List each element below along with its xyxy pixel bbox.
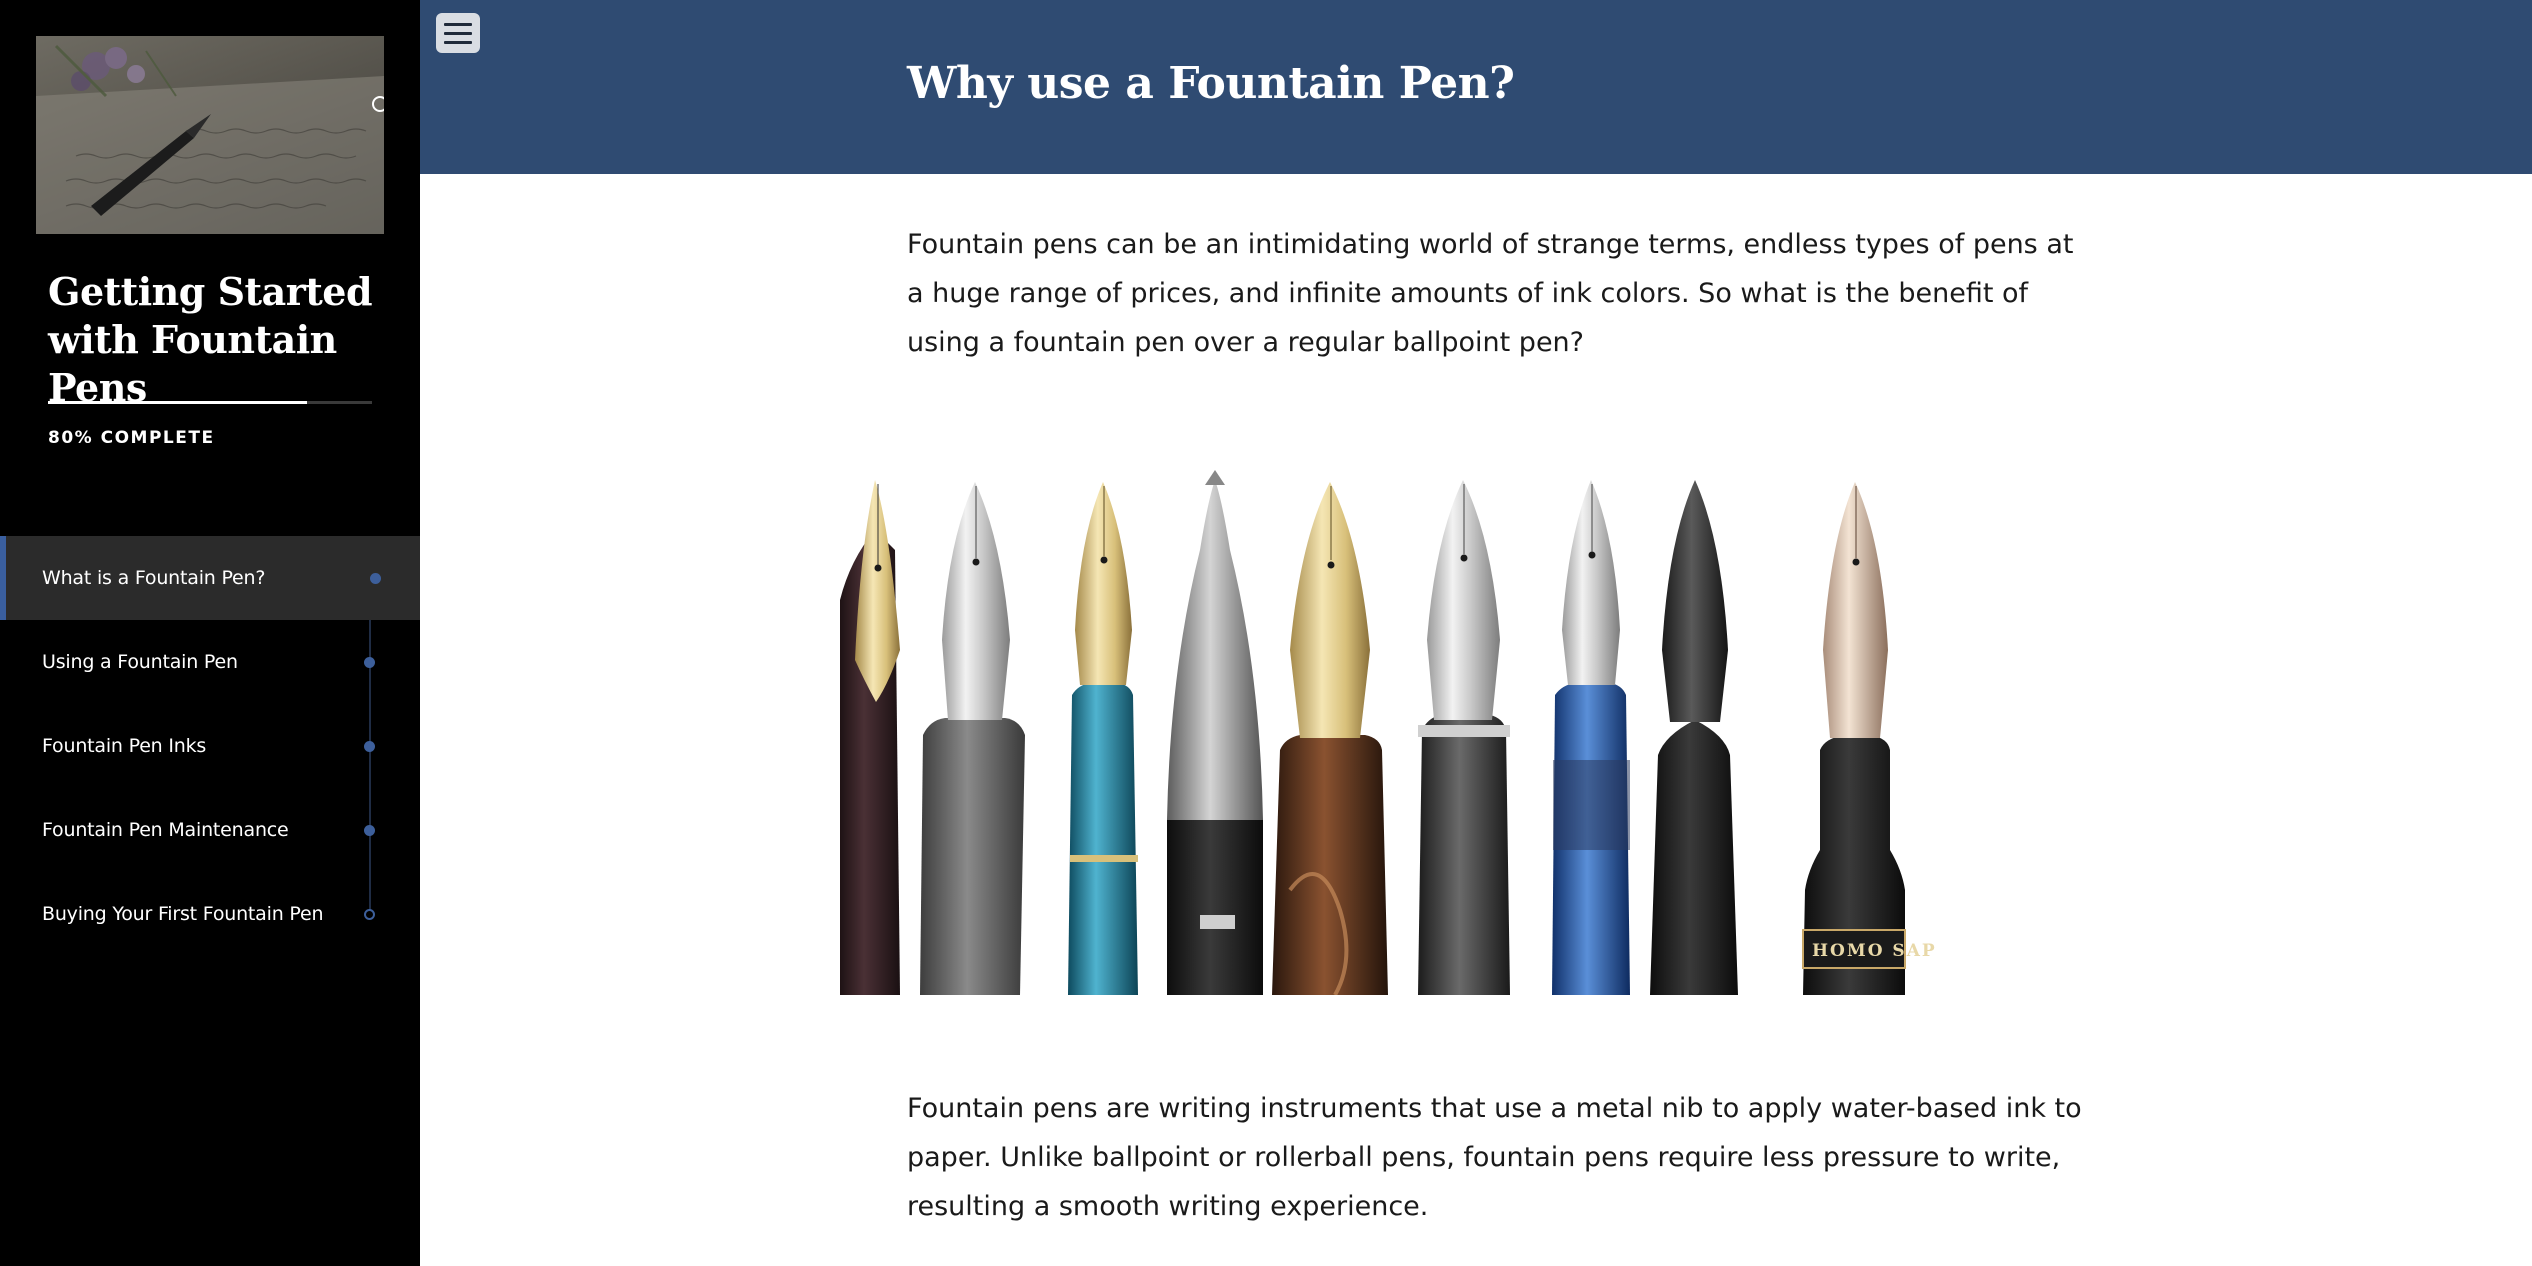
menu-toggle-button[interactable] [436,13,480,53]
lesson-status-dot [364,741,375,752]
lesson-status-dot [364,825,375,836]
course-progress-bar [48,401,372,404]
lesson-item-fountain-pen-maintenance[interactable]: Fountain Pen Maintenance [0,788,420,872]
pen-nib-3 [1068,482,1138,995]
course-title: Getting Started with Fountain Pens [48,269,373,410]
search-button[interactable] [370,94,384,124]
course-sidebar: Getting Started with Fountain Pens 80% C… [0,0,420,1266]
hamburger-menu-icon [444,40,472,44]
pen-nib-5 [1272,482,1388,996]
lesson-status-dot [370,573,381,584]
lesson-paragraph: Fountain pens can be an intimidating wor… [907,229,2074,358]
lesson-list: What is a Fountain Pen? Using a Fountain… [0,536,420,956]
lesson-item-what-is-a-fountain-pen[interactable]: What is a Fountain Pen? [0,536,420,620]
lesson-item-using-a-fountain-pen[interactable]: Using a Fountain Pen [0,620,420,704]
lesson-item-buying-your-first-fountain-pen[interactable]: Buying Your First Fountain Pen [0,872,420,956]
lesson-label: What is a Fountain Pen? [42,567,266,589]
lesson-label: Fountain Pen Maintenance [42,819,289,841]
course-progress-fill [48,401,308,404]
fountain-pen-nibs-image: HOMO SAP [820,470,2140,996]
lesson-title: Why use a Fountain Pen? [907,58,1515,109]
search-icon [372,96,384,112]
pen-nib-8 [1650,480,1738,995]
pen-nib-1 [840,480,900,995]
hamburger-menu-icon [444,22,472,26]
lesson-item-fountain-pen-inks[interactable]: Fountain Pen Inks [0,704,420,788]
pen-nib-7 [1552,480,1630,995]
hamburger-menu-icon [444,31,472,35]
lesson-label: Buying Your First Fountain Pen [42,903,324,925]
lesson-paragraph: Fountain pens are writing instruments th… [907,1093,2082,1222]
lesson-content: Why use a Fountain Pen? Fountain pens ca… [420,0,2532,1266]
lesson-label: Fountain Pen Inks [42,735,207,757]
pen-band-text: HOMO SAP [1812,941,1937,961]
pen-nib-9: HOMO SAP [1802,482,1937,995]
lesson-status-dot [364,909,375,920]
pen-nib-4 [1167,470,1263,995]
pen-nib-6 [1418,480,1510,995]
progress-label: 80% COMPLETE [48,428,215,448]
lesson-label: Using a Fountain Pen [42,651,238,673]
course-cover-image [36,36,384,234]
pen-nib-2 [920,482,1025,995]
lesson-status-dot [364,657,375,668]
lesson-header: Why use a Fountain Pen? [420,0,2532,174]
